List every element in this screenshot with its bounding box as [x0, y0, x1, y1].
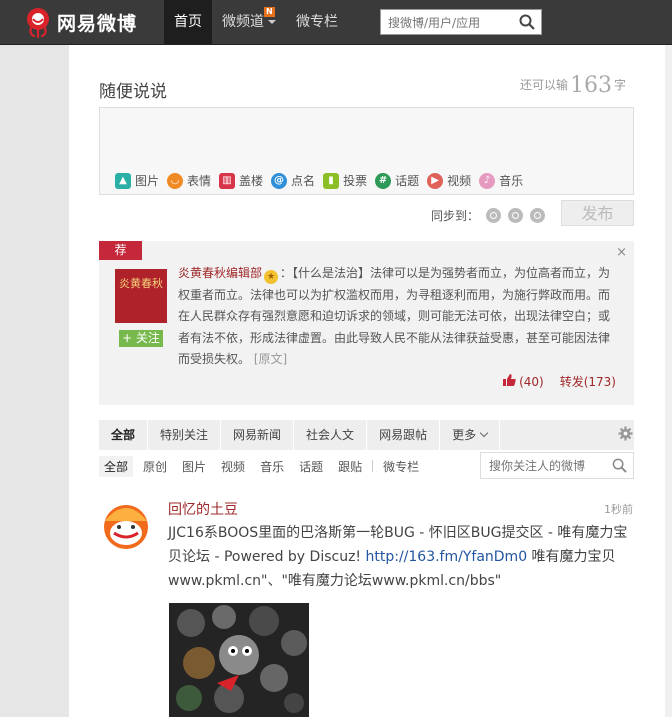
tab-more-label: 更多 — [452, 428, 477, 442]
tab-netease-news[interactable]: 网易新闻 — [221, 420, 295, 450]
feed-text: JJC16系BOOS里面的巴洛斯第一轮BUG - 怀旧区BUG提交区 - 唯有魔… — [168, 521, 630, 593]
tool-image[interactable]: ▲ 图片 — [115, 172, 159, 189]
tool-mention[interactable]: @ 点名 — [271, 172, 315, 189]
tool-video[interactable]: ▶ 视频 — [427, 172, 471, 189]
nav-home[interactable]: 首页 — [164, 0, 212, 44]
recommend-body: 【什么是法治】法律可以是为强势者而立，为位高者而立，为权重者而立。法律也可以为扩… — [178, 266, 611, 366]
global-search — [380, 9, 542, 35]
new-badge: N — [264, 7, 275, 17]
tool-video-label: 视频 — [447, 174, 472, 188]
nav-column[interactable]: 微专栏 — [286, 0, 348, 44]
tool-building-label: 盖楼 — [239, 174, 264, 188]
feed-link[interactable]: http://163.fm/YfanDm0 — [366, 549, 528, 565]
author-colon: ： — [280, 266, 293, 280]
tool-emoji[interactable]: ◡ 表情 — [167, 172, 211, 189]
tab-more[interactable]: 更多 — [440, 420, 501, 450]
sync-label: 同步到： — [431, 209, 480, 223]
feed-search — [480, 452, 634, 479]
subtab-music[interactable]: 音乐 — [255, 456, 289, 477]
tool-image-label: 图片 — [135, 174, 160, 188]
tool-vote-label: 投票 — [343, 174, 368, 188]
topic-icon: # — [375, 172, 392, 189]
remaining-count: 163 — [570, 73, 613, 98]
top-bar: 网易微博 首页 微频道 N 微专栏 — [0, 0, 672, 45]
tool-building[interactable]: ▥ 盖楼 — [219, 172, 263, 189]
book-cover-title: 炎黄春秋 — [119, 277, 163, 290]
close-icon[interactable]: × — [616, 245, 627, 260]
logo[interactable]: 网易微博 — [25, 6, 138, 39]
sync-link-icon[interactable] — [530, 208, 546, 223]
follow-button[interactable]: + 关注 — [119, 330, 163, 347]
feed-search-input[interactable] — [487, 453, 611, 479]
recommend-author[interactable]: 炎黄春秋编辑部 — [178, 266, 262, 280]
search-icon[interactable] — [519, 14, 535, 33]
subtab-image[interactable]: 图片 — [177, 456, 211, 477]
avatar[interactable] — [99, 497, 153, 552]
tool-topic[interactable]: # 话题 — [375, 172, 419, 189]
tool-music[interactable]: ♪ 音乐 — [479, 172, 523, 189]
subtab-original[interactable]: 原创 — [138, 456, 172, 477]
building-icon: ▥ — [219, 172, 236, 189]
subtab-video[interactable]: 视频 — [216, 456, 250, 477]
chevron-down-icon — [268, 20, 276, 24]
tool-vote[interactable]: ▮ 投票 — [323, 172, 367, 189]
gear-icon[interactable] — [618, 426, 633, 444]
global-search-input[interactable] — [386, 11, 518, 35]
tool-music-label: 音乐 — [499, 174, 524, 188]
sync-to: 同步到： — [431, 207, 546, 224]
chevron-down-icon — [479, 428, 489, 438]
tab-all[interactable]: 全部 — [99, 420, 149, 450]
remaining-chars: 还可以输163 字 — [520, 73, 626, 98]
feed-tabs: 全部 特别关注 网易新闻 社会人文 网易跟帖 更多 — [99, 420, 634, 450]
video-icon: ▶ — [427, 172, 444, 189]
composer-toolbar: ▲ 图片 ◡ 表情 ▥ 盖楼 @ 点名 ▮ 投票 # 话题 ▶ 视频 ♪ 音乐 — [115, 172, 531, 189]
nav-channel-label: 微频道 — [222, 14, 264, 30]
feed-image[interactable] — [169, 603, 309, 717]
at-icon: @ — [271, 172, 288, 189]
image-icon: ▲ — [115, 172, 131, 189]
tab-comments[interactable]: 网易跟帖 — [367, 420, 441, 450]
thumb-up-icon[interactable] — [503, 373, 516, 390]
nav-channel[interactable]: 微频道 N — [212, 0, 286, 44]
tool-mention-label: 点名 — [291, 174, 316, 188]
netease-logo-icon — [25, 6, 51, 39]
sync-weibo-icon[interactable] — [486, 208, 502, 223]
recommend-card: 荐 × 炎黄春秋 + 关注 炎黄春秋编辑部 ★ ：【什么是法治】法律可以是为强势者而… — [99, 241, 634, 405]
emoji-icon: ◡ — [167, 172, 184, 189]
publish-button[interactable]: 发布 — [561, 200, 634, 226]
nav-column-label: 微专栏 — [296, 14, 338, 30]
sync-share-icon[interactable] — [508, 208, 524, 223]
nav-home-label: 首页 — [174, 14, 202, 30]
composer-textarea[interactable]: ▲ 图片 ◡ 表情 ▥ 盖楼 @ 点名 ▮ 投票 # 话题 ▶ 视频 ♪ 音乐 — [99, 107, 634, 195]
subtab-all[interactable]: 全部 — [99, 455, 134, 477]
feed-username[interactable]: 回忆的土豆 — [168, 499, 238, 519]
verified-badge-icon: ★ — [264, 270, 279, 284]
tab-special-follow[interactable]: 特别关注 — [148, 420, 222, 450]
composer-title: 随便说说 — [99, 82, 167, 102]
like-count[interactable]: (40) — [519, 375, 544, 389]
recommend-tag: 荐 — [99, 241, 142, 260]
repost-link[interactable]: 转发(173) — [560, 373, 616, 390]
subtab-column[interactable]: 微专栏 — [378, 456, 424, 477]
scrollbar-track[interactable] — [665, 45, 672, 717]
original-link[interactable]: [原文] — [254, 352, 287, 366]
search-icon[interactable] — [612, 458, 627, 476]
music-icon: ♪ — [479, 172, 496, 189]
remaining-suffix: 字 — [614, 78, 627, 92]
divider — [372, 460, 374, 472]
tool-emoji-label: 表情 — [187, 174, 212, 188]
vote-icon: ▮ — [323, 172, 340, 189]
subtab-reply[interactable]: 跟贴 — [333, 456, 367, 477]
remaining-prefix: 还可以输 — [520, 78, 569, 92]
brand-name: 网易微博 — [57, 12, 138, 35]
recommend-actions: (40) 转发(173) — [503, 373, 616, 390]
tab-social[interactable]: 社会人文 — [294, 420, 368, 450]
tool-topic-label: 话题 — [395, 174, 420, 188]
feed-time[interactable]: 1秒前 — [604, 501, 633, 517]
main-nav: 首页 微频道 N 微专栏 — [164, 0, 348, 44]
main-column: 随便说说 还可以输163 字 ▲ 图片 ◡ 表情 ▥ 盖楼 @ 点名 ▮ 投票 # 话题 ▶ 视… — [69, 45, 665, 717]
subtab-topic[interactable]: 话题 — [294, 456, 328, 477]
recommend-content: 炎黄春秋编辑部 ★ ：【什么是法治】法律可以是为强势者而立，为位高者而立，为权重者而… — [178, 263, 618, 371]
recommend-avatar[interactable]: 炎黄春秋 — [115, 269, 167, 323]
